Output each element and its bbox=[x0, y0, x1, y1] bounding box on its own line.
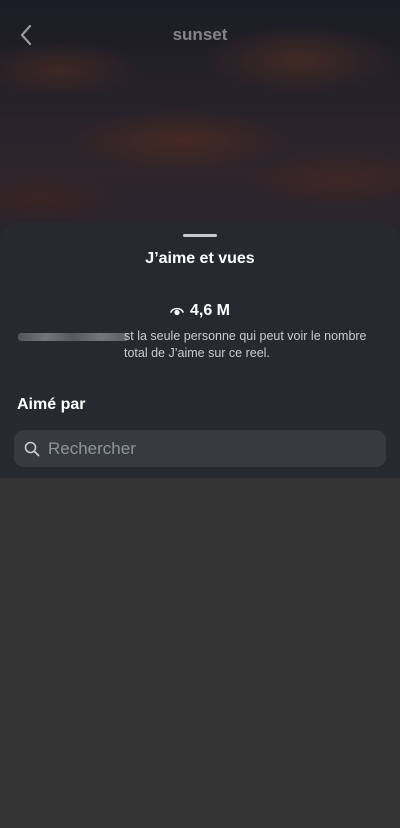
search-icon bbox=[24, 441, 40, 456]
search-input[interactable] bbox=[48, 438, 348, 459]
search-box[interactable] bbox=[14, 430, 386, 467]
sheet-grabber[interactable] bbox=[183, 234, 217, 237]
eye-icon bbox=[170, 307, 184, 316]
privacy-info-text: st la seule personne qui peut voir le no… bbox=[124, 329, 367, 360]
views-count: 4,6 M bbox=[189, 302, 230, 319]
liked-by-heading: Aimé par bbox=[17, 396, 86, 413]
likes-and-views-sheet: J’aime et vues 4,6 M st la seule personn… bbox=[0, 223, 400, 478]
page-title: sunset bbox=[172, 25, 228, 44]
top-bar: sunset bbox=[0, 0, 400, 70]
views-row: 4,6 M bbox=[0, 302, 400, 320]
sheet-title: J’aime et vues bbox=[145, 250, 255, 267]
redacted-username bbox=[18, 333, 128, 341]
screen: sunset J’aime et vues 4,6 M st la seule … bbox=[0, 0, 400, 828]
likes-list-area bbox=[0, 478, 400, 828]
